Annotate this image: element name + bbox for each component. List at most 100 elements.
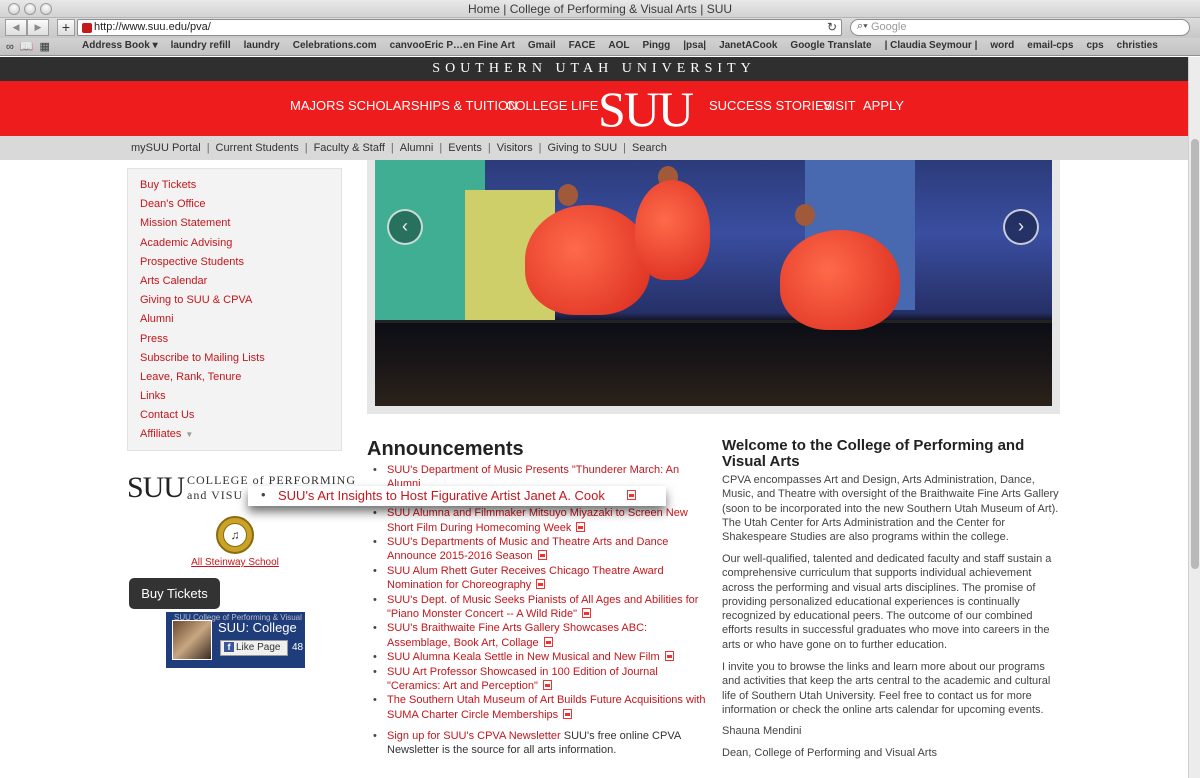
nav-apply[interactable]: APPLY xyxy=(863,98,904,113)
slider-next-button[interactable]: › xyxy=(1003,209,1039,245)
sidebar-item-label: Alumni xyxy=(140,313,174,326)
sidebar-item-label: Links xyxy=(140,390,166,403)
announcement-link[interactable]: SUU's Departments of Music and Theatre A… xyxy=(387,536,668,562)
ticker-text[interactable]: SUU's Art Insights to Host Figurative Ar… xyxy=(278,488,605,503)
nav-majors[interactable]: MAJORS xyxy=(290,98,344,113)
utility-link[interactable]: Current Students xyxy=(216,142,299,154)
utility-link[interactable]: mySUU Portal xyxy=(131,142,201,154)
bookmark-item[interactable]: | Claudia Seymour | xyxy=(885,40,978,51)
page-scrollbar[interactable] xyxy=(1188,57,1200,778)
facebook-like-button[interactable]: f Like Page xyxy=(220,640,288,656)
announcement-ticker[interactable]: • SUU's Art Insights to Host Figurative … xyxy=(248,486,666,506)
reading-list-icon[interactable]: ∞📖▦ xyxy=(6,40,56,53)
buy-tickets-button[interactable]: Buy Tickets xyxy=(129,578,220,609)
utility-bar: mySUU Portal | Current Students | Faculty & … xyxy=(0,136,1188,160)
sidebar-item[interactable]: Giving to SUU & CPVA xyxy=(140,294,265,313)
utility-link[interactable]: Faculty & Staff xyxy=(314,142,385,154)
utility-link[interactable]: Alumni xyxy=(400,142,434,154)
sidebar-item-label: Mission Statement xyxy=(140,217,231,230)
dancer-head xyxy=(558,184,578,206)
search-field[interactable]: ⌕▾ Google xyxy=(850,19,1190,36)
sidebar-item[interactable]: Dean's Office xyxy=(140,198,265,217)
suu-logo[interactable]: SUU xyxy=(598,84,694,134)
utility-link[interactable]: Giving to SUU xyxy=(547,142,617,154)
address-bar[interactable]: http://www.suu.edu/pva/ ↻ xyxy=(77,19,842,36)
bookmark-item[interactable]: email-cps xyxy=(1027,40,1073,51)
announcement-item: SUU Alum Rhett Guter Receives Chicago Th… xyxy=(367,564,707,593)
university-name[interactable]: SOUTHERN UTAH UNIVERSITY xyxy=(0,61,1188,77)
announcement-link[interactable]: SUU Art Professor Showcased in 100 Editi… xyxy=(387,666,658,692)
announcement-link[interactable]: The Southern Utah Museum of Art Builds F… xyxy=(387,694,706,720)
sidebar-item[interactable]: Alumni xyxy=(140,313,265,332)
add-bookmark-button[interactable]: + xyxy=(57,19,75,36)
sidebar-item-label: Dean's Office xyxy=(140,198,206,211)
announcement-link[interactable]: SUU Alumna Keala Settle in New Musical a… xyxy=(387,651,660,663)
sidebar-item[interactable]: Arts Calendar xyxy=(140,275,265,294)
bookmark-item[interactable]: Address Book ▾ xyxy=(82,40,158,51)
bookmark-item[interactable]: Celebrations.com xyxy=(293,40,377,51)
separator: | xyxy=(623,142,627,154)
newsletter-link[interactable]: Sign up for SUU's CPVA Newsletter xyxy=(387,730,561,742)
sidebar-item[interactable]: Press xyxy=(140,333,265,352)
sidebar-item[interactable]: Affiliates ▼ xyxy=(140,428,265,447)
bookmark-item[interactable]: Pingg xyxy=(642,40,670,51)
announcement-item: SUU's Departments of Music and Theatre A… xyxy=(367,535,707,564)
bookmark-item[interactable]: laundry refill xyxy=(171,40,231,51)
forward-button[interactable]: ▶ xyxy=(27,19,49,36)
nav-college-life[interactable]: COLLEGE LIFE xyxy=(506,98,598,113)
announcement-item: SUU Art Professor Showcased in 100 Editi… xyxy=(367,665,707,694)
facebook-widget[interactable]: SUU College of Performing & Visual SUU: … xyxy=(166,612,305,668)
bookmark-item[interactable]: FACE xyxy=(569,40,596,51)
bookmark-item[interactable]: cps xyxy=(1086,40,1103,51)
sidebar-item[interactable]: Buy Tickets xyxy=(140,179,265,198)
bookmark-item[interactable]: laundry xyxy=(244,40,280,51)
bookmark-item[interactable]: canvooEric P…en Fine Art xyxy=(390,40,515,51)
announcement-link[interactable]: SUU Alum Rhett Guter Receives Chicago Th… xyxy=(387,565,664,591)
bookmark-item[interactable]: |psa| xyxy=(683,40,706,51)
bookmark-item[interactable]: Gmail xyxy=(528,40,556,51)
facebook-title[interactable]: SUU: College xyxy=(218,620,297,635)
sidebar-item[interactable]: Mission Statement xyxy=(140,217,265,236)
bookmark-item[interactable]: Google Translate xyxy=(790,40,871,51)
sidebar-item-label: Prospective Students xyxy=(140,255,244,268)
utility-link[interactable]: Events xyxy=(448,142,482,154)
nav-success-stories[interactable]: SUCCESS STORIES xyxy=(709,98,832,113)
sidebar-item[interactable]: Contact Us xyxy=(140,409,265,428)
steinway-seal-icon[interactable]: ♫ xyxy=(216,516,254,554)
pdf-icon xyxy=(664,651,674,662)
separator: | xyxy=(390,142,394,154)
hero-dance-photo: ‹ › xyxy=(375,160,1052,406)
sidebar-item[interactable]: Subscribe to Mailing Lists xyxy=(140,352,265,371)
sidebar-item[interactable]: Academic Advising xyxy=(140,237,265,256)
url-text[interactable]: http://www.suu.edu/pva/ xyxy=(94,21,211,33)
scroll-thumb[interactable] xyxy=(1191,139,1199,569)
nav-scholarships[interactable]: SCHOLARSHIPS & TUITION xyxy=(348,98,518,113)
sidebar-item[interactable]: Links xyxy=(140,390,265,409)
announcement-link[interactable]: SUU Alumna and Filmmaker Mitsuyo Miyazak… xyxy=(387,507,688,533)
separator: | xyxy=(206,142,210,154)
sidebar-item[interactable]: Leave, Rank, Tenure xyxy=(140,371,265,390)
bookmark-item[interactable]: word xyxy=(990,40,1014,51)
bookmark-item[interactable]: christies xyxy=(1117,40,1158,51)
reload-icon[interactable]: ↻ xyxy=(827,20,837,34)
slider-prev-button[interactable]: ‹ xyxy=(387,209,423,245)
bookmark-list: Address Book ▾ laundry refill laundry Celeb… xyxy=(82,40,1171,51)
announcement-link[interactable]: SUU's Dept. of Music Seeks Pianists of A… xyxy=(387,594,698,620)
sidebar-item[interactable]: Prospective Students xyxy=(140,256,265,275)
announcement-link[interactable]: SUU's Braithwaite Fine Arts Gallery Show… xyxy=(387,622,647,648)
back-button[interactable]: ◀ xyxy=(5,19,27,36)
pdf-icon xyxy=(582,608,591,619)
steinway-link[interactable]: All Steinway School xyxy=(127,557,343,568)
search-placeholder: Google xyxy=(871,21,907,33)
hero-slider: ‹ › xyxy=(367,160,1060,414)
nav-visit[interactable]: VISIT xyxy=(823,98,856,113)
announcement-item: SUU's Dept. of Music Seeks Pianists of A… xyxy=(367,593,707,622)
separator: | xyxy=(538,142,542,154)
utility-link[interactable]: Search xyxy=(632,142,667,154)
ticker-bullet: • xyxy=(261,487,266,502)
bookmark-item[interactable]: JanetACook xyxy=(719,40,777,51)
utility-link[interactable]: Visitors xyxy=(497,142,533,154)
facebook-photo xyxy=(172,620,212,660)
sidebar-item-label: Buy Tickets xyxy=(140,179,197,191)
bookmark-item[interactable]: AOL xyxy=(608,40,629,51)
